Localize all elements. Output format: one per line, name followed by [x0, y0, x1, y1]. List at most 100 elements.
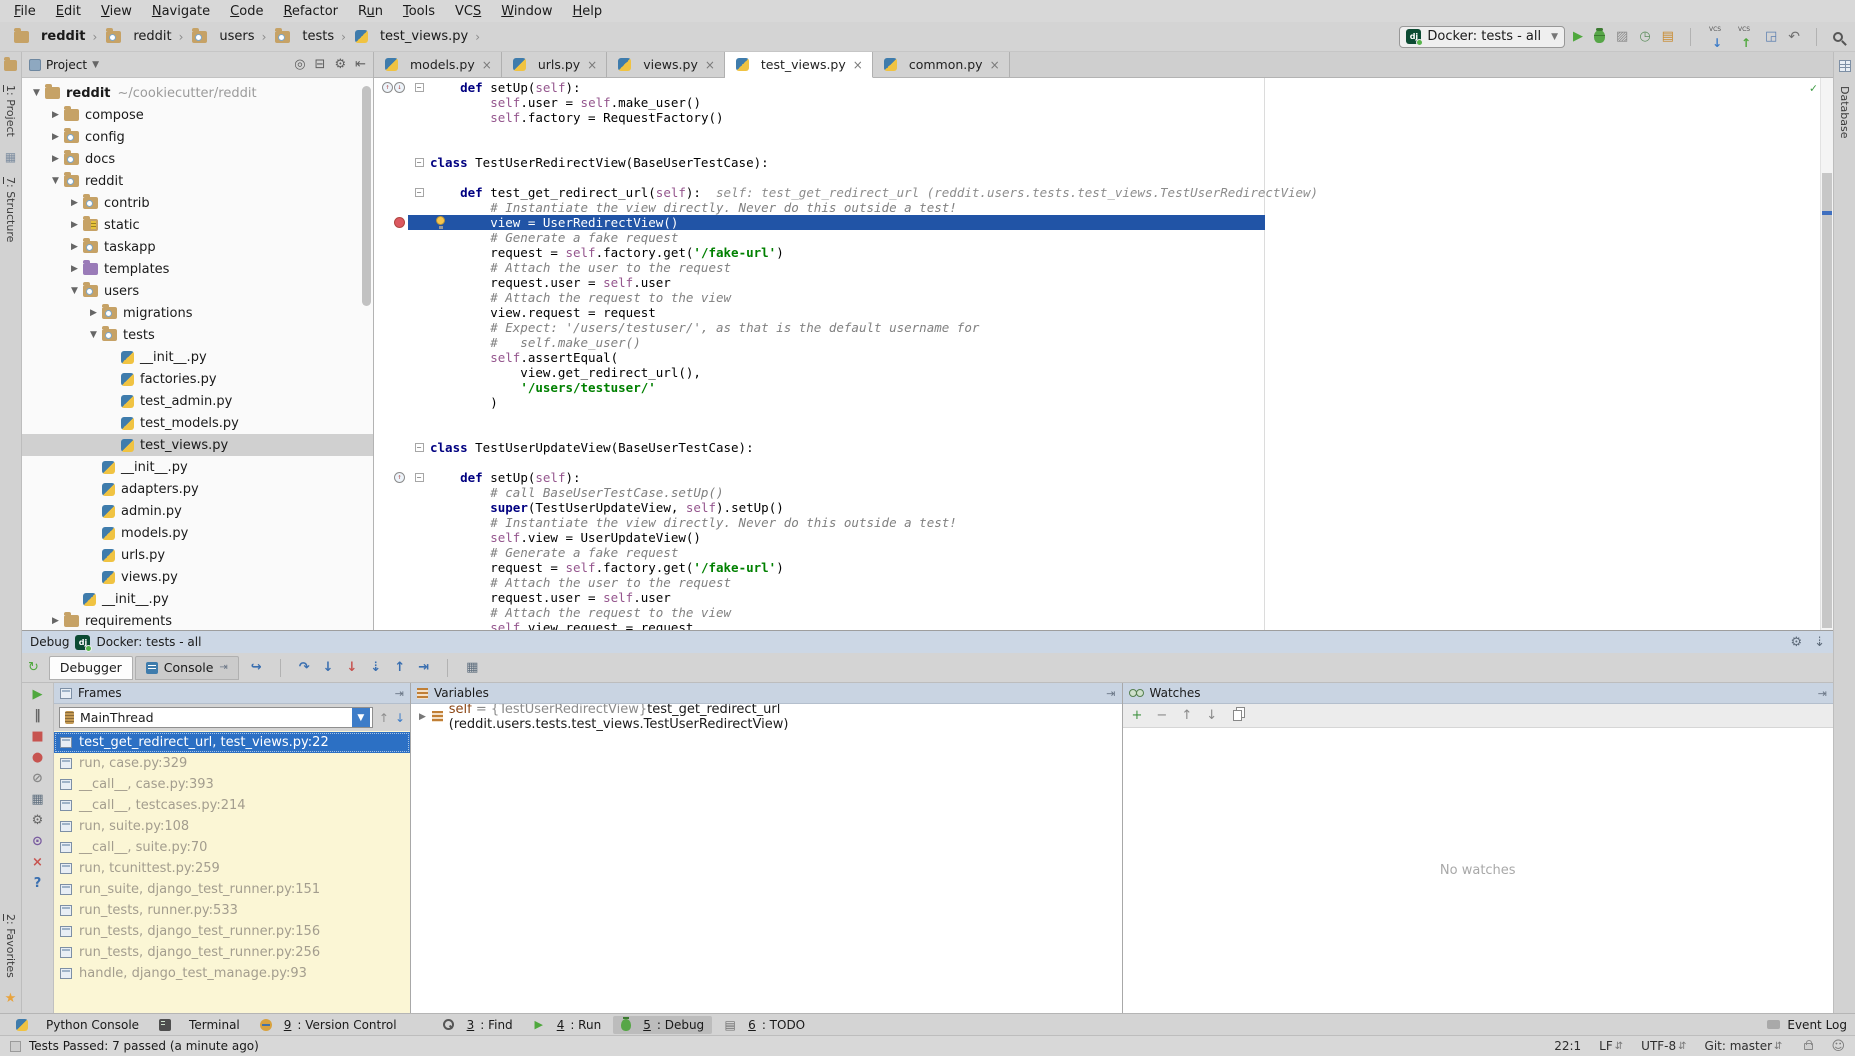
- status-utf-8[interactable]: UTF-8⇵: [1641, 1039, 1686, 1053]
- tool-stripe-database[interactable]: Database: [1838, 86, 1851, 139]
- pause-icon[interactable]: ‖: [34, 709, 41, 722]
- frame-row[interactable]: run_tests, runner.py:533: [54, 900, 410, 921]
- frame-row[interactable]: __call__, suite.py:70: [54, 837, 410, 858]
- tree-item-reddit[interactable]: ▼reddit~/cookiecutter/reddit: [22, 82, 373, 104]
- status-lf[interactable]: LF⇵: [1599, 1039, 1623, 1053]
- tree-expand-icon[interactable]: ▶: [49, 110, 62, 120]
- status-tab-debug[interactable]: 5: Debug: [613, 1016, 712, 1034]
- step-over-icon[interactable]: ↷: [299, 661, 310, 674]
- chevron-down-icon[interactable]: ▼: [352, 708, 370, 727]
- toggle-margin-icon[interactable]: [10, 1041, 21, 1052]
- previous-frame-icon[interactable]: ↑: [379, 712, 389, 724]
- overridden-method-icon[interactable]: ↓: [394, 82, 405, 93]
- tree-item-admin-py[interactable]: admin.py: [22, 500, 373, 522]
- rerun-icon[interactable]: ↻: [28, 661, 39, 674]
- tree-item-test-views-py[interactable]: test_views.py: [22, 434, 373, 456]
- local-history-icon[interactable]: ◲: [1765, 30, 1777, 43]
- breadcrumb-item-tests[interactable]: tests: [269, 28, 338, 45]
- frame-row[interactable]: handle, django_test_manage.py:93: [54, 963, 410, 984]
- tree-item-tests[interactable]: ▼tests: [22, 324, 373, 346]
- view-breakpoints-icon[interactable]: ●: [32, 751, 43, 764]
- menu-file[interactable]: File: [4, 2, 46, 21]
- tree-item-init-py[interactable]: __init__.py: [22, 456, 373, 478]
- frame-row[interactable]: run_tests, django_test_runner.py:156: [54, 921, 410, 942]
- hide-panel-icon[interactable]: ⇥: [1106, 687, 1115, 700]
- tab-debugger[interactable]: Debugger: [49, 656, 133, 680]
- debug-icon[interactable]: [1594, 30, 1605, 43]
- menu-edit[interactable]: Edit: [46, 2, 91, 21]
- breadcrumb-item-users[interactable]: users: [186, 28, 258, 45]
- hide-window-icon[interactable]: ⇣: [1814, 636, 1825, 649]
- breakpoint-icon[interactable]: [394, 217, 405, 228]
- tab-console[interactable]: Console⇥: [135, 656, 239, 680]
- tree-expand-icon[interactable]: ▶: [68, 264, 81, 274]
- coverage-data-icon[interactable]: ▤: [1662, 30, 1674, 43]
- status-tab-find[interactable]: 3: Find: [435, 1016, 521, 1034]
- project-tree-scrollbar[interactable]: [362, 86, 371, 306]
- status-tab-run[interactable]: 4: Run: [525, 1016, 610, 1034]
- run-configuration-select[interactable]: dj Docker: tests - all ▼: [1399, 26, 1565, 48]
- rollback-icon[interactable]: ↶: [1788, 30, 1800, 44]
- fold-icon[interactable]: −: [415, 158, 424, 167]
- tree-expand-icon[interactable]: ▶: [68, 220, 81, 230]
- move-down-icon[interactable]: ↓: [1206, 709, 1217, 722]
- run-to-cursor-icon[interactable]: ⇥: [418, 661, 429, 674]
- show-execution-point-icon[interactable]: ↪: [251, 661, 262, 674]
- profiler-icon[interactable]: ◷: [1639, 30, 1650, 43]
- scrollbar-thumb[interactable]: [1822, 173, 1832, 628]
- menu-vcs[interactable]: VCS: [445, 2, 491, 21]
- hide-panel-icon[interactable]: ⇥: [1818, 687, 1827, 700]
- menu-tools[interactable]: Tools: [393, 2, 445, 21]
- run-icon[interactable]: ▶: [1573, 30, 1583, 43]
- close-tab-icon[interactable]: ×: [853, 58, 863, 72]
- mute-breakpoints-icon[interactable]: ⊘: [32, 772, 43, 785]
- tree-collapse-icon[interactable]: ▼: [30, 88, 43, 98]
- tree-item-docs[interactable]: ▶docs: [22, 148, 373, 170]
- tree-item-taskapp[interactable]: ▶taskapp: [22, 236, 373, 258]
- tree-item-compose[interactable]: ▶compose: [22, 104, 373, 126]
- menu-navigate[interactable]: Navigate: [142, 2, 220, 21]
- editor-scrollbar[interactable]: [1820, 78, 1833, 630]
- breadcrumb-item-test-views-py[interactable]: test_views.py: [349, 28, 472, 45]
- tree-item-users[interactable]: ▼users: [22, 280, 373, 302]
- frame-row[interactable]: run, case.py:329: [54, 753, 410, 774]
- tree-item-init-py[interactable]: __init__.py: [22, 588, 373, 610]
- locate-icon[interactable]: ◎: [294, 58, 305, 71]
- tree-item-static[interactable]: ▶static: [22, 214, 373, 236]
- open-in-editor-icon[interactable]: ⇥: [219, 662, 227, 673]
- tree-expand-icon[interactable]: ▶: [49, 616, 62, 626]
- coverage-icon[interactable]: ▨: [1616, 30, 1628, 43]
- tree-collapse-icon[interactable]: ▼: [49, 176, 62, 186]
- tree-expand-icon[interactable]: ▶: [87, 308, 100, 318]
- hide-panel-icon[interactable]: ⇤: [355, 58, 366, 71]
- expand-icon[interactable]: ▶: [419, 712, 426, 722]
- tab-test-views-py[interactable]: test_views.py×: [725, 52, 873, 78]
- tree-item-urls-py[interactable]: urls.py: [22, 544, 373, 566]
- tree-item-migrations[interactable]: ▶migrations: [22, 302, 373, 324]
- tree-expand-icon[interactable]: ▶: [68, 198, 81, 208]
- add-watch-icon[interactable]: +: [1132, 709, 1143, 722]
- fold-icon[interactable]: −: [415, 473, 424, 482]
- collapse-all-icon[interactable]: ⊟: [315, 58, 326, 71]
- vcs-update-icon[interactable]: [1707, 28, 1725, 46]
- debug-settings-icon[interactable]: ⚙: [32, 814, 44, 827]
- status-tab-version-control[interactable]: 9: Version Control: [252, 1016, 405, 1034]
- breadcrumb-item-reddit[interactable]: reddit: [100, 28, 175, 45]
- tree-item-views-py[interactable]: views.py: [22, 566, 373, 588]
- thread-select[interactable]: MainThread ▼: [59, 707, 373, 728]
- tree-expand-icon[interactable]: ▶: [68, 242, 81, 252]
- frame-row[interactable]: run_tests, django_test_runner.py:256: [54, 942, 410, 963]
- pin-icon[interactable]: ⊙: [32, 835, 43, 848]
- remove-watch-icon[interactable]: −: [1156, 709, 1167, 722]
- search-everywhere-icon[interactable]: [1833, 32, 1843, 42]
- duplicate-watch-icon[interactable]: [1233, 710, 1242, 721]
- frame-row[interactable]: run_suite, django_test_runner.py:151: [54, 879, 410, 900]
- tree-item-requirements[interactable]: ▶requirements: [22, 610, 373, 630]
- tab-common-py[interactable]: common.py×: [873, 52, 1010, 77]
- close-tab-icon[interactable]: ×: [587, 58, 597, 72]
- menu-refactor[interactable]: Refactor: [273, 2, 348, 21]
- breadcrumb-item-reddit[interactable]: reddit: [8, 28, 90, 45]
- resume-icon[interactable]: ▶: [33, 688, 43, 701]
- code-editor[interactable]: ↑↓− def setUp(self): self.user = self.ma…: [374, 78, 1833, 630]
- move-up-icon[interactable]: ↑: [1181, 709, 1192, 722]
